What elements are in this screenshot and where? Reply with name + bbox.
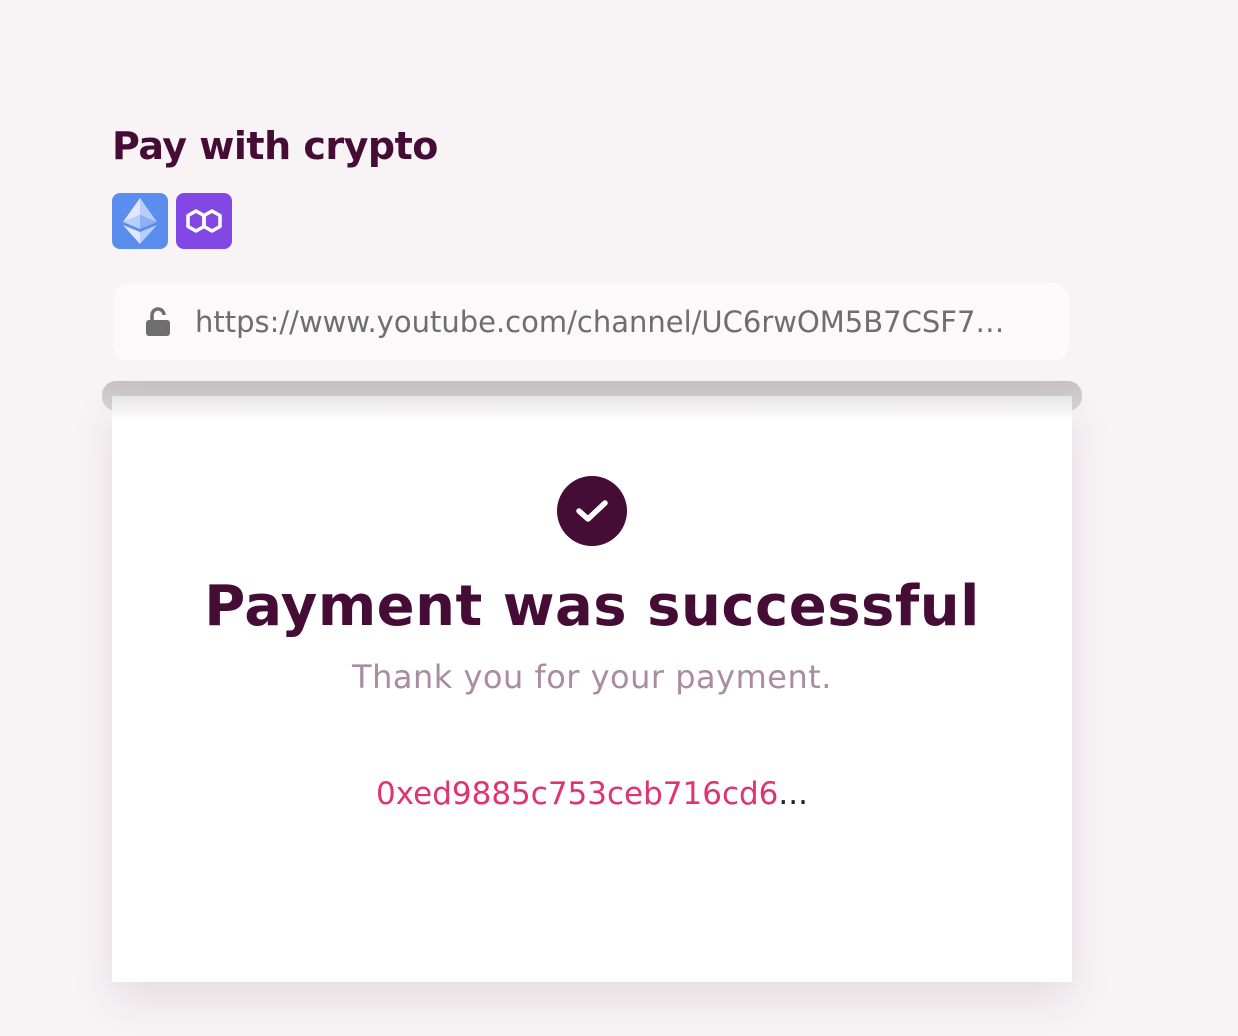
ethereum-icon[interactable]: [112, 193, 168, 249]
url-text: https://www.youtube.com/channel/UC6rwOM5…: [195, 305, 1005, 339]
unlock-icon: [146, 307, 170, 336]
success-headline: Payment was successful: [204, 574, 980, 639]
page-title: Pay with crypto: [112, 124, 438, 168]
receipt-card: Payment was successful Thank you for you…: [112, 396, 1072, 982]
check-circle-icon: [557, 476, 627, 546]
transaction-hash-link[interactable]: 0xed9885c753ceb716cd6: [376, 776, 778, 812]
polygon-icon[interactable]: [176, 193, 232, 249]
success-message: Thank you for your payment.: [352, 658, 832, 696]
transaction-hash[interactable]: 0xed9885c753ceb716cd6...: [112, 776, 1072, 812]
payment-page: Pay with crypto https://www.youtube.com/…: [0, 0, 1238, 1036]
transaction-hash-ellipsis: ...: [778, 776, 808, 812]
url-bar[interactable]: https://www.youtube.com/channel/UC6rwOM5…: [113, 283, 1069, 361]
chain-selector: [112, 193, 232, 249]
